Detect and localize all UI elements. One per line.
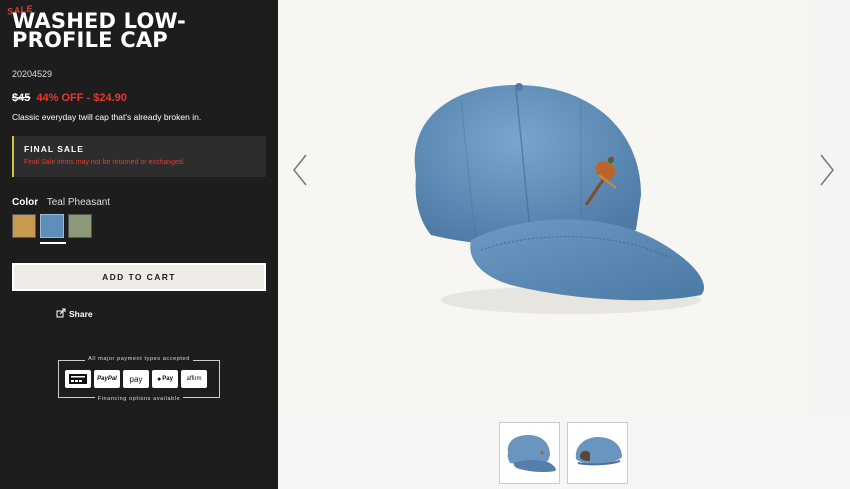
product-title: WASHED LOW-PROFILE CAP (12, 9, 186, 52)
previous-image-arrow[interactable] (291, 153, 309, 192)
color-selector-label: Color Teal Pheasant (12, 197, 110, 208)
share-button[interactable]: Share (56, 308, 93, 320)
credit-card-icon (65, 370, 91, 388)
add-to-cart-button[interactable]: ADD TO CART (12, 263, 266, 291)
color-swatch-teal-pheasant[interactable] (40, 214, 64, 238)
final-sale-notice: FINAL SALE Final Sale items may not be r… (12, 136, 266, 177)
product-description: Classic everyday twill cap that's alread… (12, 112, 202, 122)
cap-thumbnail-front (507, 435, 556, 473)
final-sale-heading: FINAL SALE (24, 144, 84, 154)
affirm-icon: affirm (181, 370, 207, 388)
chevron-left-icon (293, 154, 307, 186)
payment-methods-box: All major payment types accepted PayPal … (58, 356, 220, 402)
final-sale-text: Final Sale items may not be returned or … (24, 159, 185, 166)
product-sku: 20204529 (12, 69, 53, 79)
color-swatch-tan[interactable] (12, 214, 36, 238)
cap-image (414, 83, 704, 314)
amazon-pay-icon: pay (123, 370, 149, 388)
selected-color: Teal Pheasant (46, 197, 111, 208)
product-image-main (281, 0, 810, 415)
color-swatch-olive[interactable] (68, 214, 92, 238)
price-row: $45 44% OFF - $24.90 (12, 92, 127, 104)
share-icon (56, 308, 66, 320)
thumbnail-back[interactable] (567, 422, 628, 484)
share-label: Share (69, 309, 93, 319)
apple-pay-icon: ● Pay (152, 370, 178, 388)
thumbnail-strip (0, 415, 850, 489)
apple-icon: ● (157, 375, 162, 383)
next-image-area (810, 0, 850, 415)
next-image-arrow[interactable] (818, 153, 836, 192)
payment-icons: PayPal pay ● Pay affirm (65, 370, 207, 388)
thumbnail-front[interactable] (499, 422, 560, 484)
cap-thumbnail-back (575, 437, 622, 466)
paypal-icon: PayPal (94, 370, 120, 388)
original-price: $45 (12, 92, 31, 104)
payment-accepted-text: All major payment types accepted (85, 356, 193, 362)
selected-swatch-indicator (40, 242, 66, 244)
chevron-right-icon (820, 154, 834, 186)
sale-price: 44% OFF - $24.90 (36, 92, 127, 104)
apple-pay-label: Pay (162, 376, 173, 382)
financing-text: Financing options available (94, 396, 184, 402)
color-label: Color (12, 197, 39, 208)
